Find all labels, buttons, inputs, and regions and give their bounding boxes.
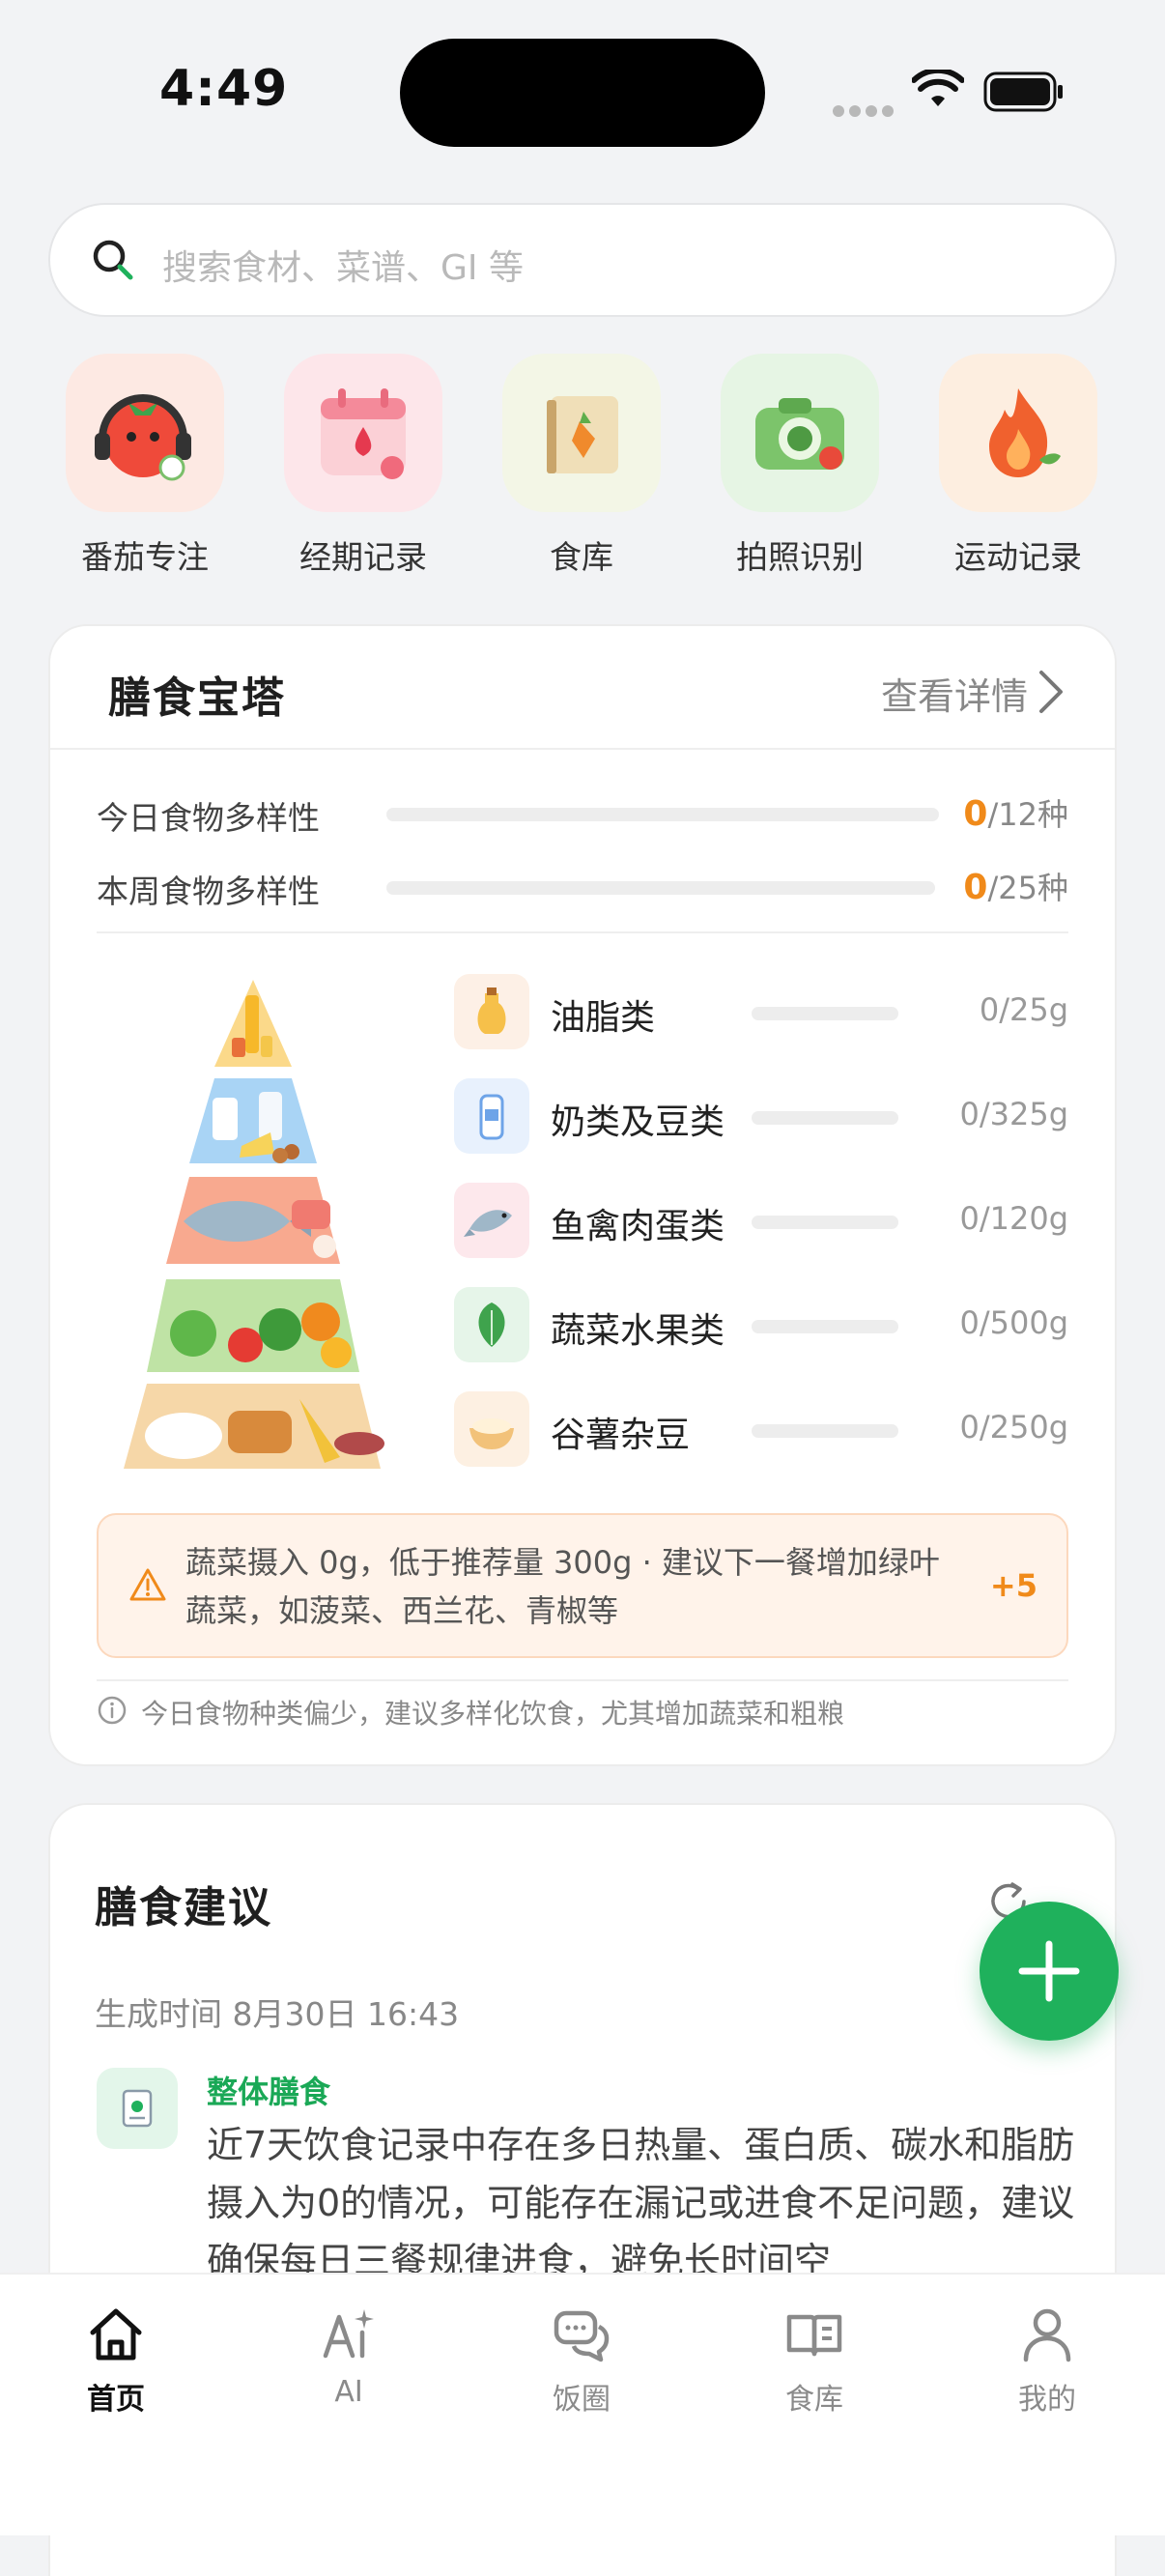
food-book-icon — [547, 396, 618, 473]
advice-tag: 整体膳食 — [207, 2074, 331, 2110]
add-button[interactable] — [980, 1902, 1119, 2041]
chat-icon — [554, 2310, 610, 2362]
food-row-dairy[interactable]: 奶类及豆类 0/325g — [454, 1078, 1068, 1156]
tip-divider — [97, 1679, 1068, 1681]
fish-icon — [454, 1183, 529, 1258]
search-icon — [93, 240, 133, 280]
tile-period-record[interactable]: 经期记录 — [284, 354, 442, 578]
tip-text: 蔬菜摄入 0g，低于推荐量 300g · 建议下一餐增加绿叶 蔬菜，如菠菜、西兰… — [185, 1544, 940, 1629]
food-row-oil[interactable]: 油脂类 0/25g — [454, 974, 1068, 1051]
food-value: 0/325g — [959, 1096, 1068, 1132]
tab-bar: 首页 AI 饭圈 食库 我的 — [0, 2273, 1165, 2535]
book-icon — [786, 2314, 842, 2357]
tip-score-badge: +5 — [989, 1567, 1037, 1604]
view-details-link[interactable]: 查看详情 — [881, 667, 1028, 720]
tile-label: 番茄专注 — [81, 538, 209, 576]
food-name: 奶类及豆类 — [551, 1102, 725, 1142]
card-title: 膳食建议 — [95, 1883, 272, 1932]
grain-bowl-icon — [454, 1391, 529, 1467]
profile-icon — [1023, 2308, 1071, 2362]
diversity-bar — [386, 881, 935, 895]
info-icon — [98, 1696, 127, 1725]
diversity-label: 本周食物多样性 — [97, 873, 320, 910]
food-value: 0/120g — [959, 1200, 1068, 1237]
document-icon — [97, 2068, 178, 2149]
diversity-row-today: 今日食物多样性 0/12种 — [97, 785, 1068, 843]
generated-time: 生成时间 8月30日 16:43 — [95, 1995, 460, 2033]
diversity-label: 今日食物多样性 — [97, 799, 320, 837]
diversity-bar — [386, 808, 939, 821]
chevron-right-icon[interactable] — [1037, 669, 1065, 715]
dynamic-island — [400, 39, 765, 147]
camera-icon — [755, 398, 844, 470]
food-row-meat[interactable]: 鱼禽肉蛋类 0/120g — [454, 1183, 1068, 1260]
milk-icon — [454, 1078, 529, 1154]
food-bar — [752, 1320, 898, 1333]
food-bar — [752, 1216, 898, 1229]
card-title: 膳食宝塔 — [108, 673, 286, 723]
food-name: 油脂类 — [551, 998, 656, 1038]
tile-photo-recognize[interactable]: 拍照识别 — [721, 354, 879, 578]
wifi-icon — [912, 70, 964, 106]
leaf-icon — [454, 1287, 529, 1362]
tile-label: 经期记录 — [299, 538, 427, 576]
search-bar[interactable]: 搜索食材、菜谱、GI 等 — [48, 203, 1117, 317]
tile-food-library[interactable]: 食库 — [502, 354, 661, 578]
diet-pyramid-card: 膳食宝塔 查看详情 今日食物多样性 0/12种 本周食物多样性 0/25种 油脂… — [48, 624, 1117, 1766]
status-time: 4:49 — [159, 60, 289, 118]
tile-tomato-focus[interactable]: 番茄专注 — [66, 354, 224, 578]
tab-food-library[interactable]: 食库 — [737, 2304, 892, 2418]
diversity-note: 今日食物种类偏少，建议多样化饮食，尤其增加蔬菜和粗粮 — [141, 1698, 845, 1730]
diversity-divider — [97, 931, 1068, 933]
food-row-grain[interactable]: 谷薯杂豆 0/250g — [454, 1391, 1068, 1469]
food-value: 0/500g — [959, 1304, 1068, 1341]
food-bar — [752, 1007, 898, 1020]
battery-icon — [983, 72, 1063, 112]
period-calendar-icon — [321, 388, 406, 479]
diversity-row-week: 本周食物多样性 0/25种 — [97, 858, 1068, 916]
diversity-value: 0/12种 — [963, 794, 1068, 834]
tile-exercise-record[interactable]: 运动记录 — [939, 354, 1097, 578]
tile-label: 食库 — [550, 538, 613, 576]
diversity-value: 0/25种 — [963, 868, 1068, 907]
food-pyramid-illustration — [124, 980, 384, 1469]
food-name: 鱼禽肉蛋类 — [551, 1207, 725, 1246]
tab-profile[interactable]: 我的 — [970, 2304, 1124, 2418]
tile-label: 运动记录 — [954, 538, 1082, 576]
oil-icon — [454, 974, 529, 1049]
warning-icon — [129, 1568, 166, 1601]
food-bar — [752, 1111, 898, 1125]
tomato-headphones-icon — [95, 394, 191, 481]
tab-circle[interactable]: 饭圈 — [504, 2304, 659, 2418]
food-row-vegetable[interactable]: 蔬菜水果类 0/500g — [454, 1287, 1068, 1364]
tile-label: 拍照识别 — [736, 538, 864, 576]
advice-text: 近7天饮食记录中存在多日热量、蛋白质、碳水和脂肪摄入为0的情况，可能存在漏记或进… — [207, 2124, 1075, 2282]
search-placeholder: 搜索食材、菜谱、GI 等 — [162, 248, 524, 288]
flame-icon — [989, 388, 1061, 477]
vegetable-tip[interactable]: 蔬菜摄入 0g，低于推荐量 300g · 建议下一餐增加绿叶 蔬菜，如菠菜、西兰… — [97, 1513, 1068, 1658]
tab-ai[interactable]: AI — [271, 2304, 426, 2409]
home-icon — [90, 2308, 142, 2361]
tab-home[interactable]: 首页 — [39, 2304, 193, 2418]
ai-icon — [323, 2309, 374, 2359]
plus-icon — [1018, 1940, 1080, 2002]
food-value: 0/250g — [959, 1409, 1068, 1445]
food-name: 蔬菜水果类 — [551, 1311, 725, 1351]
food-bar — [752, 1424, 898, 1438]
food-value: 0/25g — [979, 991, 1068, 1028]
header-divider — [50, 748, 1115, 750]
food-name: 谷薯杂豆 — [551, 1416, 691, 1455]
signal-dots-icon — [833, 102, 898, 121]
